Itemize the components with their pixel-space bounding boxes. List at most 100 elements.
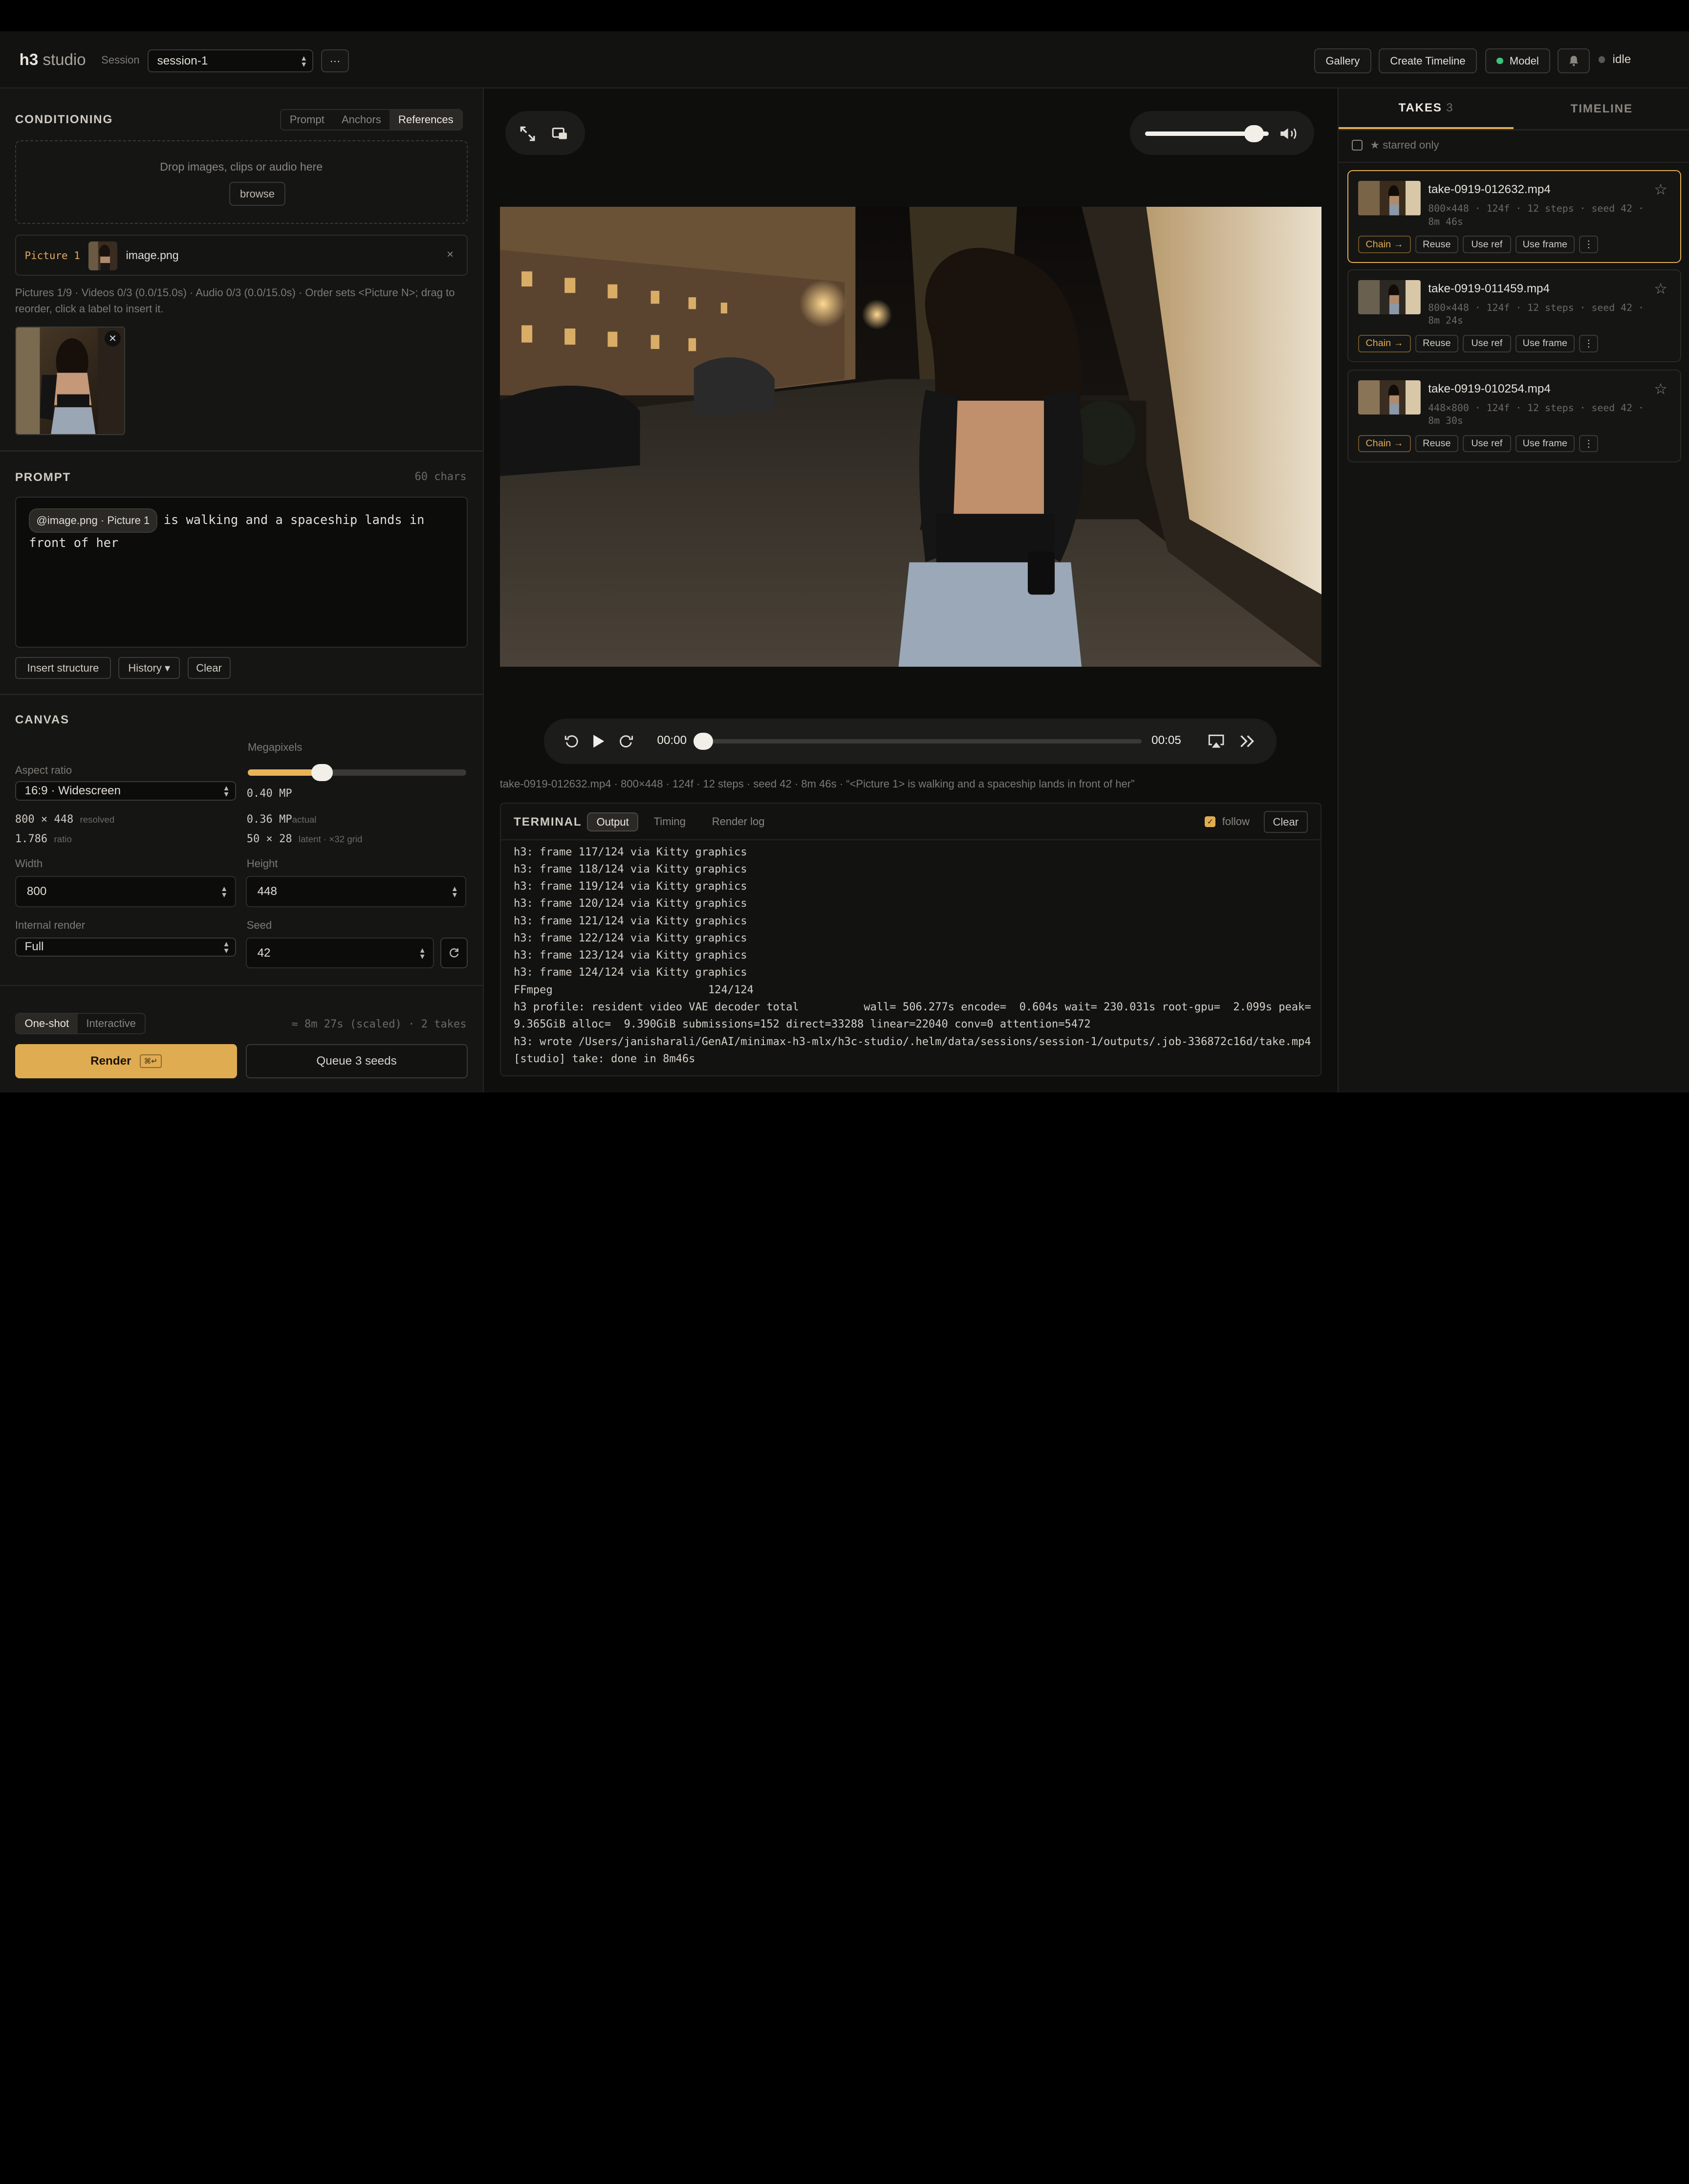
- terminal-line: 9.365GiB alloc= 9.390GiB submissions=152…: [514, 1018, 1091, 1031]
- height-field[interactable]: 448 ▴ ▾: [245, 875, 467, 907]
- tab-interactive[interactable]: Interactive: [78, 1014, 145, 1033]
- conditioning-tabs: Prompt Anchors References: [280, 109, 463, 131]
- use-ref-button[interactable]: Use ref: [1462, 435, 1511, 453]
- picture-label[interactable]: Picture 1: [24, 250, 80, 262]
- tab-references[interactable]: References: [390, 109, 462, 130]
- use-frame-button[interactable]: Use frame: [1515, 335, 1575, 352]
- expand-icon[interactable]: [516, 122, 540, 145]
- bell-button[interactable]: [1558, 48, 1590, 73]
- take-more-button[interactable]: ⋮: [1579, 236, 1599, 253]
- tab-takes[interactable]: TAKES 3: [1339, 88, 1514, 130]
- reuse-button[interactable]: Reuse: [1415, 335, 1458, 352]
- chevron-updown-icon[interactable]: ▴ ▾: [453, 884, 457, 899]
- left-panel: CONDITIONING Prompt Anchors References D…: [0, 88, 484, 1092]
- take-thumbnail: [1358, 280, 1421, 315]
- prompt-textarea[interactable]: @image.png · Picture 1 is walking and a s…: [15, 497, 468, 648]
- reuse-button[interactable]: Reuse: [1415, 236, 1458, 253]
- remove-reference-icon[interactable]: ×: [447, 248, 454, 262]
- terminal-line: h3: frame 118/124 via Kitty graphics: [514, 863, 747, 875]
- volume-knob[interactable]: [1244, 125, 1264, 142]
- terminal-line: h3: wrote /Users/janisharali/GenAI/minim…: [514, 1035, 1311, 1048]
- airplay-icon[interactable]: [1207, 732, 1226, 751]
- picture-in-picture-icon[interactable]: [548, 122, 572, 145]
- reference-item[interactable]: Picture 1 image.png ×: [15, 235, 468, 276]
- starred-only-filter[interactable]: ★ starred only: [1351, 139, 1439, 152]
- queue-seeds-button[interactable]: Queue 3 seeds: [245, 1044, 468, 1079]
- clear-prompt-button[interactable]: Clear: [187, 657, 231, 679]
- tab-one-shot[interactable]: One-shot: [16, 1013, 78, 1033]
- take-card[interactable]: take-0919-012632.mp4 ☆ 800×448 · 124f · 12…: [1347, 170, 1682, 263]
- chevron-updown-icon[interactable]: ▴ ▾: [420, 945, 425, 960]
- current-time: 00:00: [657, 733, 687, 747]
- use-ref-button[interactable]: Use ref: [1462, 335, 1511, 352]
- chevron-updown-icon[interactable]: ▴ ▾: [222, 884, 226, 899]
- seed-field[interactable]: 42 ▴ ▾: [245, 937, 434, 969]
- take-name[interactable]: take-0919-010254.mp4: [1428, 382, 1551, 396]
- take-more-button[interactable]: ⋮: [1579, 335, 1599, 352]
- aspect-ratio-select[interactable]: 16:9 · Widescreen ▴ ▾: [15, 781, 236, 801]
- take-card[interactable]: take-0919-011459.mp4 ☆ 800×448 · 124f · 12…: [1347, 269, 1682, 362]
- forward-icon[interactable]: [617, 733, 634, 750]
- use-frame-button[interactable]: Use frame: [1515, 236, 1575, 253]
- play-icon[interactable]: [590, 732, 607, 751]
- follow-toggle[interactable]: ✓ follow: [1205, 815, 1250, 828]
- use-ref-button[interactable]: Use ref: [1462, 236, 1511, 253]
- take-card[interactable]: take-0919-010254.mp4 ☆ 448×800 · 124f · 12…: [1347, 370, 1682, 462]
- skip-forward-icon[interactable]: [1238, 732, 1257, 751]
- star-icon[interactable]: ☆: [1654, 181, 1667, 198]
- clear-terminal-button[interactable]: Clear: [1263, 811, 1308, 833]
- browse-button[interactable]: browse: [229, 182, 285, 206]
- megapixels-slider-knob[interactable]: [311, 764, 333, 781]
- history-button[interactable]: History ▾: [118, 657, 180, 679]
- take-metadata: take-0919-012632.mp4 · 800×448 · 124f · …: [499, 778, 1135, 790]
- checkbox-icon[interactable]: [1351, 140, 1363, 151]
- prompt-title: PROMPT: [15, 471, 71, 484]
- tab-anchors[interactable]: Anchors: [333, 110, 390, 130]
- take-more-button[interactable]: ⋮: [1579, 435, 1599, 453]
- use-frame-button[interactable]: Use frame: [1515, 435, 1575, 453]
- chain-button[interactable]: Chain →: [1358, 435, 1411, 453]
- tab-output[interactable]: Output: [587, 812, 639, 832]
- section-divider: [0, 450, 484, 452]
- tab-timeline[interactable]: TIMELINE: [1514, 88, 1689, 130]
- video-preview[interactable]: [499, 207, 1322, 667]
- take-meta: 448×800 · 124f · 12 steps · seed 42 · 8m…: [1428, 402, 1644, 427]
- star-icon[interactable]: ☆: [1654, 280, 1667, 298]
- prompt-reference-chip[interactable]: @image.png · Picture 1: [29, 508, 157, 533]
- conditioning-title: CONDITIONING: [15, 113, 113, 127]
- chain-button[interactable]: Chain →: [1358, 236, 1411, 253]
- seek-knob[interactable]: [693, 732, 714, 750]
- terminal-line: h3: frame 120/124 via Kitty graphics: [514, 897, 747, 910]
- tab-timing[interactable]: Timing: [654, 815, 686, 828]
- checkbox-checked-icon[interactable]: ✓: [1205, 816, 1216, 828]
- chain-button[interactable]: Chain →: [1358, 335, 1411, 352]
- status-dot: [1598, 56, 1605, 63]
- reference-dropzone[interactable]: Drop images, clips or audio here browse: [15, 140, 468, 224]
- tab-render-log[interactable]: Render log: [712, 815, 765, 828]
- take-name[interactable]: take-0919-011459.mp4: [1428, 282, 1550, 296]
- model-button[interactable]: Model: [1485, 48, 1550, 73]
- status-indicator: idle: [1598, 53, 1631, 66]
- width-field[interactable]: 800 ▴ ▾: [15, 875, 236, 907]
- session-select[interactable]: session-1 ▴ ▾: [147, 49, 314, 72]
- speaker-icon[interactable]: [1278, 124, 1301, 143]
- volume-slider[interactable]: [1145, 125, 1269, 142]
- prompt-char-count: 60 chars: [414, 471, 467, 483]
- gallery-button[interactable]: Gallery: [1314, 48, 1371, 73]
- create-timeline-button[interactable]: Create Timeline: [1379, 48, 1477, 73]
- reference-preview[interactable]: ✕: [15, 326, 125, 436]
- tab-prompt[interactable]: Prompt: [281, 110, 333, 130]
- render-button[interactable]: Render ⌘↵: [15, 1044, 237, 1079]
- megapixels-slider[interactable]: [247, 764, 467, 781]
- rewind-icon[interactable]: [563, 733, 581, 750]
- session-more-button[interactable]: ···: [321, 49, 349, 72]
- session-label: Session: [101, 54, 140, 66]
- model-status-dot: [1496, 57, 1503, 65]
- reuse-button[interactable]: Reuse: [1415, 435, 1458, 453]
- take-name[interactable]: take-0919-012632.mp4: [1428, 183, 1551, 197]
- insert-structure-button[interactable]: Insert structure: [15, 657, 111, 679]
- seek-bar[interactable]: [693, 732, 1142, 750]
- randomize-seed-button[interactable]: [440, 937, 468, 969]
- star-icon[interactable]: ☆: [1654, 380, 1667, 398]
- internal-render-select[interactable]: Full ▴ ▾: [15, 937, 236, 957]
